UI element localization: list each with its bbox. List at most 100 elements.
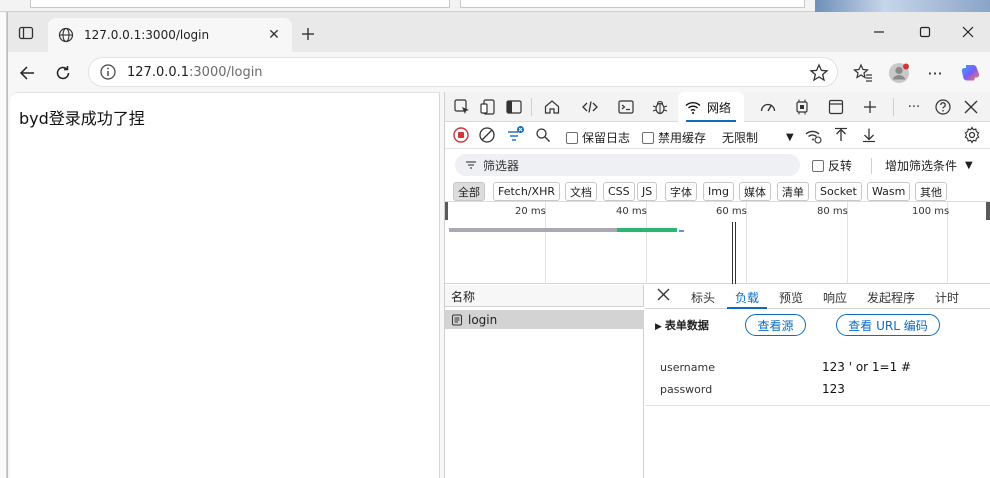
filter-pill-js[interactable]: JS (637, 182, 658, 201)
close-detail-icon[interactable] (657, 288, 670, 304)
plus-icon (302, 28, 314, 40)
detail-tabs: 标头 负载 预览 响应 发起程序 计时 (645, 285, 990, 309)
favorite-star-icon[interactable] (809, 63, 829, 83)
close-window-button[interactable] (945, 20, 990, 44)
export-har-download-icon[interactable] (858, 124, 880, 146)
refresh-button[interactable] (50, 60, 76, 86)
page-viewport: byd登录成功了捏 (10, 92, 440, 478)
filter-pill-css[interactable]: CSS (603, 182, 635, 201)
toolbar-divider (871, 158, 872, 174)
inspect-element-icon[interactable] (451, 96, 473, 118)
url-text: 127.0.0.1:3000/login (127, 65, 263, 80)
filter-funnel-icon[interactable] (504, 124, 526, 146)
application-panel-icon[interactable] (825, 96, 847, 118)
timeline-handle-left[interactable] (445, 202, 448, 220)
customize-menu-icon[interactable]: ··· (903, 96, 925, 118)
address-bar[interactable]: 127.0.0.1:3000/login (88, 57, 838, 87)
globe-icon (58, 27, 74, 43)
timeline-tick-label: 20 ms (515, 206, 546, 217)
request-list-header[interactable]: 名称 (445, 285, 644, 307)
network-overview-timeline[interactable]: 20 ms 40 ms 60 ms 80 ms 100 ms (445, 202, 990, 284)
back-button[interactable] (14, 60, 40, 86)
maximize-button[interactable] (902, 20, 948, 44)
network-toolbar: 保留日志 禁用缓存 无限制 ▼ (445, 122, 990, 149)
invert-checkbox[interactable]: 反转 (812, 157, 852, 174)
refresh-icon (56, 66, 70, 80)
filter-pill-doc[interactable]: 文档 (565, 182, 597, 201)
filter-pill-wasm[interactable]: Wasm (867, 182, 911, 201)
filter-pill-all[interactable]: 全部 (453, 182, 485, 201)
browser-tab[interactable]: 127.0.0.1:3000/login ✕ (48, 18, 292, 52)
login-success-message: byd登录成功了捏 (19, 109, 145, 128)
favorites-button[interactable] (852, 62, 874, 84)
more-tools-plus-icon[interactable] (859, 96, 881, 118)
checkbox-box (642, 131, 654, 144)
more-filters-dropdown[interactable]: 增加筛选条件 ▼ (885, 157, 973, 174)
timeline-tick-label: 40 ms (616, 206, 647, 217)
help-icon[interactable] (932, 96, 954, 118)
network-conditions-icon[interactable] (802, 124, 824, 146)
timeline-handle-right[interactable] (986, 202, 990, 220)
record-stop-icon[interactable] (450, 124, 472, 146)
tab-headers[interactable]: 标头 (691, 289, 715, 306)
tab-close-icon[interactable]: ✕ (264, 25, 284, 45)
more-filters-label: 增加筛选条件 (885, 159, 958, 173)
new-tab-button[interactable] (296, 22, 320, 46)
tab-initiator[interactable]: 发起程序 (867, 289, 915, 306)
device-emulation-icon[interactable] (477, 96, 499, 118)
import-har-upload-icon[interactable] (830, 124, 852, 146)
form-data-section-toggle[interactable]: ▶ 表单数据 (655, 317, 709, 333)
view-url-encoded-button[interactable]: 查看 URL 编码 (836, 314, 940, 336)
view-source-button[interactable]: 查看源 (745, 314, 806, 336)
request-row-login[interactable]: login (445, 310, 644, 329)
elements-code-icon[interactable] (579, 96, 601, 118)
throttling-value: 无限制 (722, 131, 759, 145)
wifi-icon (685, 101, 701, 114)
welcome-home-icon[interactable] (541, 96, 563, 118)
maximize-icon (919, 26, 931, 38)
filter-pill-font[interactable]: 字体 (665, 182, 697, 201)
tab-timing[interactable]: 计时 (935, 289, 959, 306)
minimize-icon (874, 31, 884, 33)
profile-button[interactable] (888, 62, 910, 84)
preserve-log-label: 保留日志 (582, 131, 631, 145)
filter-pill-fetch-xhr[interactable]: Fetch/XHR (493, 182, 560, 201)
filter-pill-other[interactable]: 其他 (915, 182, 947, 201)
minimize-button[interactable] (856, 20, 902, 44)
search-icon[interactable] (532, 124, 554, 146)
more-menu-icon[interactable]: ··· (924, 62, 946, 84)
background-window-field (460, 0, 805, 8)
tab-preview[interactable]: 预览 (779, 289, 803, 306)
request-tail-marker (679, 230, 684, 232)
background-window-edge (0, 12, 7, 478)
sources-bug-icon[interactable] (649, 96, 671, 118)
tab-actions-button[interactable] (14, 22, 38, 44)
copilot-button[interactable] (960, 62, 982, 84)
memory-chip-icon[interactable] (791, 96, 813, 118)
tab-network[interactable]: 网络 (678, 92, 744, 122)
dock-side-icon[interactable] (503, 96, 525, 118)
network-settings-gear-icon[interactable] (961, 124, 983, 146)
throttling-select[interactable]: 无限制 ▼ (722, 129, 794, 146)
filter-placeholder: 筛选器 (483, 158, 520, 173)
disable-cache-checkbox[interactable]: 禁用缓存 (642, 129, 706, 146)
tab-network-label: 网络 (707, 100, 732, 115)
performance-gauge-icon[interactable] (757, 96, 779, 118)
filter-pill-media[interactable]: 媒体 (739, 182, 771, 201)
payload-key-password: password (660, 383, 713, 396)
close-devtools-icon[interactable] (960, 96, 982, 118)
filter-pill-img[interactable]: Img (703, 182, 734, 201)
timeline-tick-label: 100 ms (912, 206, 950, 217)
filter-pill-socket[interactable]: Socket (815, 182, 862, 201)
filter-input[interactable]: 筛选器 (455, 154, 800, 176)
timeline-tick-label: 60 ms (716, 206, 747, 217)
devtools-tool-tabs: 网络 ··· (445, 92, 990, 122)
preserve-log-checkbox[interactable]: 保留日志 (566, 129, 630, 146)
clear-log-icon[interactable] (476, 124, 498, 146)
filter-pill-manifest[interactable]: 清单 (777, 182, 809, 201)
tab-response[interactable]: 响应 (823, 289, 847, 306)
chevron-down-icon: ▼ (786, 132, 794, 143)
tab-payload[interactable]: 负载 (726, 289, 768, 309)
console-icon[interactable] (615, 96, 637, 118)
devtools-panel: 网络 ··· 保留日志 禁用缓存 无限制 ▼ 筛选器 反转 增加筛选条件 ▼ 全… (444, 92, 990, 478)
